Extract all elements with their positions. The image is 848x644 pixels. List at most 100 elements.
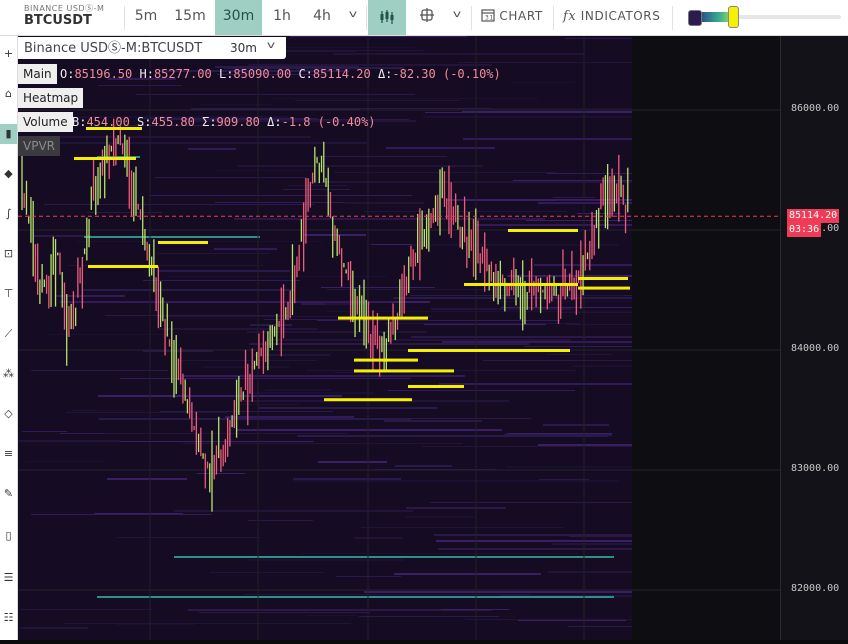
text-icon[interactable]: ⊤	[0, 284, 17, 304]
heatmap-band	[334, 172, 557, 173]
heatmap-band	[197, 473, 245, 474]
price-tick: 84000.00	[791, 343, 840, 354]
symbol-name: BTCUSDT	[24, 13, 92, 28]
total-value: 909.80	[216, 115, 260, 129]
heatmap-band	[120, 378, 411, 379]
crosshair-icon[interactable]	[417, 7, 437, 27]
heatmap-band	[174, 510, 413, 512]
tools-more-chevron-icon[interactable]: v	[453, 9, 461, 20]
heatmap-band	[463, 138, 632, 140]
chart-button[interactable]: 31 CHART	[481, 0, 543, 35]
timeframe-more-chevron-icon[interactable]: v	[349, 9, 357, 20]
volume-readout: B:454.00 S:455.80 Σ:909.80 Δ:-1.8 (-0.40…	[72, 112, 376, 132]
trendline-icon[interactable]: ∫	[0, 204, 17, 224]
low-value: 85090.00	[233, 67, 292, 81]
heatmap-max-handle[interactable]	[728, 6, 739, 28]
heatmap-band	[526, 220, 632, 221]
sell-key: S:	[137, 115, 152, 129]
heatmap-band	[385, 323, 580, 324]
divider	[553, 6, 554, 30]
heatmap-band	[306, 615, 356, 616]
order-wall	[324, 398, 412, 402]
price-axis[interactable]: 86000.00 85000.00 84000.00 83000.00 8200…	[780, 36, 848, 640]
heatmap-band	[117, 624, 194, 625]
heatmap-band	[572, 365, 632, 367]
tf-1h[interactable]: 1h	[262, 0, 302, 35]
tf-30m[interactable]: 30m	[215, 0, 262, 35]
price-tick: 86000.00	[791, 103, 840, 114]
candle-countdown: 03:36	[787, 223, 822, 238]
chart-title-bar[interactable]: Binance USDⓈ-M:BTCUSDT 30m v	[18, 37, 286, 59]
heatmap-band	[225, 416, 354, 418]
cursor-icon[interactable]: +	[0, 44, 17, 64]
heatmap-band	[507, 433, 612, 434]
tf-4h[interactable]: 4h	[302, 0, 342, 35]
heatmap-band	[106, 441, 314, 442]
heatmap-band	[483, 360, 632, 361]
divider	[366, 6, 367, 30]
heatmap-band	[293, 480, 619, 482]
panel-volume-label[interactable]: Volume	[18, 112, 73, 132]
heatmap-band	[266, 339, 570, 341]
heatmap-band	[412, 244, 619, 246]
heatmap-band	[538, 444, 632, 446]
price-tick: 82000.00	[791, 583, 840, 594]
path-icon[interactable]: ⁂	[0, 364, 17, 384]
heatmap-band	[354, 537, 402, 539]
shape-icon[interactable]: ◇	[0, 404, 17, 424]
ruler-icon[interactable]: ▯	[0, 526, 17, 546]
heatmap-band	[436, 540, 632, 542]
heatmap-band	[249, 343, 529, 345]
panel-main-label[interactable]: Main	[18, 64, 57, 84]
heatmap-band	[136, 94, 415, 95]
heatmap-band	[233, 404, 299, 405]
order-wall	[338, 316, 428, 320]
heatmap-band	[555, 200, 632, 201]
heatmap-band	[104, 433, 347, 434]
indicators-button[interactable]: fx INDICATORS	[563, 0, 660, 35]
tf-15m[interactable]: 15m	[166, 0, 214, 35]
line-tool-icon[interactable]: ⟋	[0, 324, 17, 344]
heatmap-band	[105, 315, 289, 316]
heatmap-band	[438, 548, 632, 550]
heatmap-band	[518, 620, 626, 621]
pointer-icon[interactable]: ◆	[0, 164, 17, 184]
heatmap-band	[431, 308, 572, 310]
heatmap-band	[333, 53, 584, 55]
heatmap-band	[47, 334, 170, 335]
tf-5m[interactable]: 5m	[128, 0, 164, 35]
heatmap-band	[533, 295, 623, 296]
heatmap-band	[99, 418, 411, 420]
heatmap-min-handle[interactable]	[688, 10, 702, 26]
chart-type-button[interactable]	[368, 0, 406, 35]
panel-heatmap-label[interactable]: Heatmap	[18, 88, 84, 108]
high-key: H:	[139, 67, 154, 81]
divider	[124, 6, 125, 30]
heatmap-band	[250, 324, 292, 326]
heatmap-band	[475, 224, 632, 226]
heatmap-band	[511, 82, 575, 83]
delta-value: -82.30 (-0.10%)	[392, 67, 501, 81]
heatmap-band	[465, 619, 632, 620]
measure-icon[interactable]: ≡	[0, 444, 17, 464]
top-toolbar: BINANCE USDⓈ-M BTCUSDT 5m 15m 30m 1h 4h …	[0, 0, 848, 36]
list-icon[interactable]: ☰	[0, 568, 17, 588]
chart-title-chevron-icon[interactable]: v	[267, 40, 275, 51]
brush-icon[interactable]: ⊡	[0, 244, 17, 264]
order-wall	[578, 286, 630, 290]
settings-list-icon[interactable]: ☷	[0, 608, 17, 628]
order-wall	[88, 265, 158, 268]
panel-vpvr-label[interactable]: VPVR	[18, 136, 60, 156]
heatmap-band	[31, 514, 212, 515]
symbol-selector[interactable]: BINANCE USDⓈ-M BTCUSDT	[18, 2, 122, 34]
indicators-button-label: INDICATORS	[580, 9, 661, 23]
magnet-icon[interactable]: ▮	[0, 124, 17, 144]
heatmap-band	[94, 513, 183, 514]
chart-title: Binance USDⓈ-M:BTCUSDT	[24, 41, 203, 56]
heatmap-band	[538, 202, 632, 204]
heatmap-band	[158, 328, 318, 330]
lock-icon[interactable]: ⌂	[0, 84, 17, 104]
pencil-icon[interactable]: ✎	[0, 484, 17, 504]
close-value: 85114.20	[312, 67, 371, 81]
heatmap-band	[199, 612, 370, 613]
